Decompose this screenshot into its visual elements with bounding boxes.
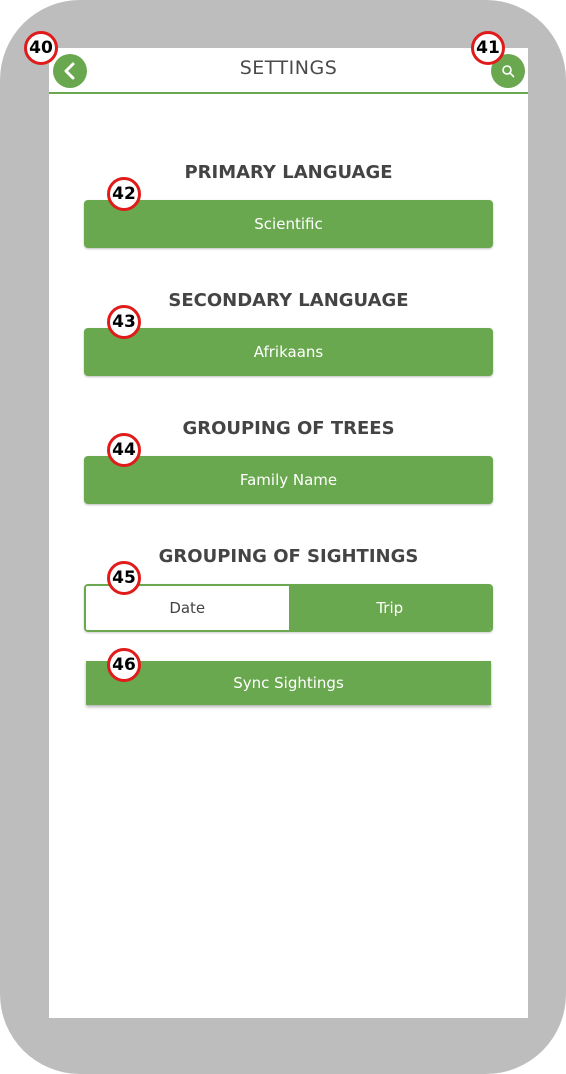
grouping-trees-value: Family Name xyxy=(239,471,338,489)
sync-sightings-label: Sync Sightings xyxy=(233,674,344,692)
primary-language-title: PRIMARY LANGUAGE xyxy=(184,162,393,183)
grouping-sightings-toggle: Date Trip xyxy=(84,584,493,632)
search-icon xyxy=(502,65,515,78)
primary-language-button[interactable]: Scientific xyxy=(84,200,493,248)
sync-sightings-button[interactable]: Sync Sightings xyxy=(86,661,491,705)
grouping-trees-title: GROUPING OF TREES xyxy=(182,418,395,439)
annotation-marker: 43 xyxy=(107,305,141,339)
annotation-marker: 45 xyxy=(107,561,141,595)
device-frame: SETTINGS PRIMARY LANGUAGE Scientific SEC… xyxy=(0,0,566,1074)
annotation-marker: 41 xyxy=(471,31,505,65)
secondary-language-button[interactable]: Afrikaans xyxy=(84,328,493,376)
page-title: SETTINGS xyxy=(239,57,338,79)
segment-trip[interactable]: Trip xyxy=(288,586,491,630)
grouping-sightings-title: GROUPING OF SIGHTINGS xyxy=(158,546,419,567)
annotation-marker: 46 xyxy=(107,648,141,682)
annotation-marker: 44 xyxy=(107,433,141,467)
annotation-marker: 40 xyxy=(24,31,58,65)
secondary-language-title: SECONDARY LANGUAGE xyxy=(168,290,409,311)
grouping-trees-button[interactable]: Family Name xyxy=(84,456,493,504)
primary-language-value: Scientific xyxy=(254,215,323,233)
top-bar: SETTINGS xyxy=(49,48,528,94)
annotation-marker: 42 xyxy=(107,177,141,211)
secondary-language-value: Afrikaans xyxy=(253,343,324,361)
